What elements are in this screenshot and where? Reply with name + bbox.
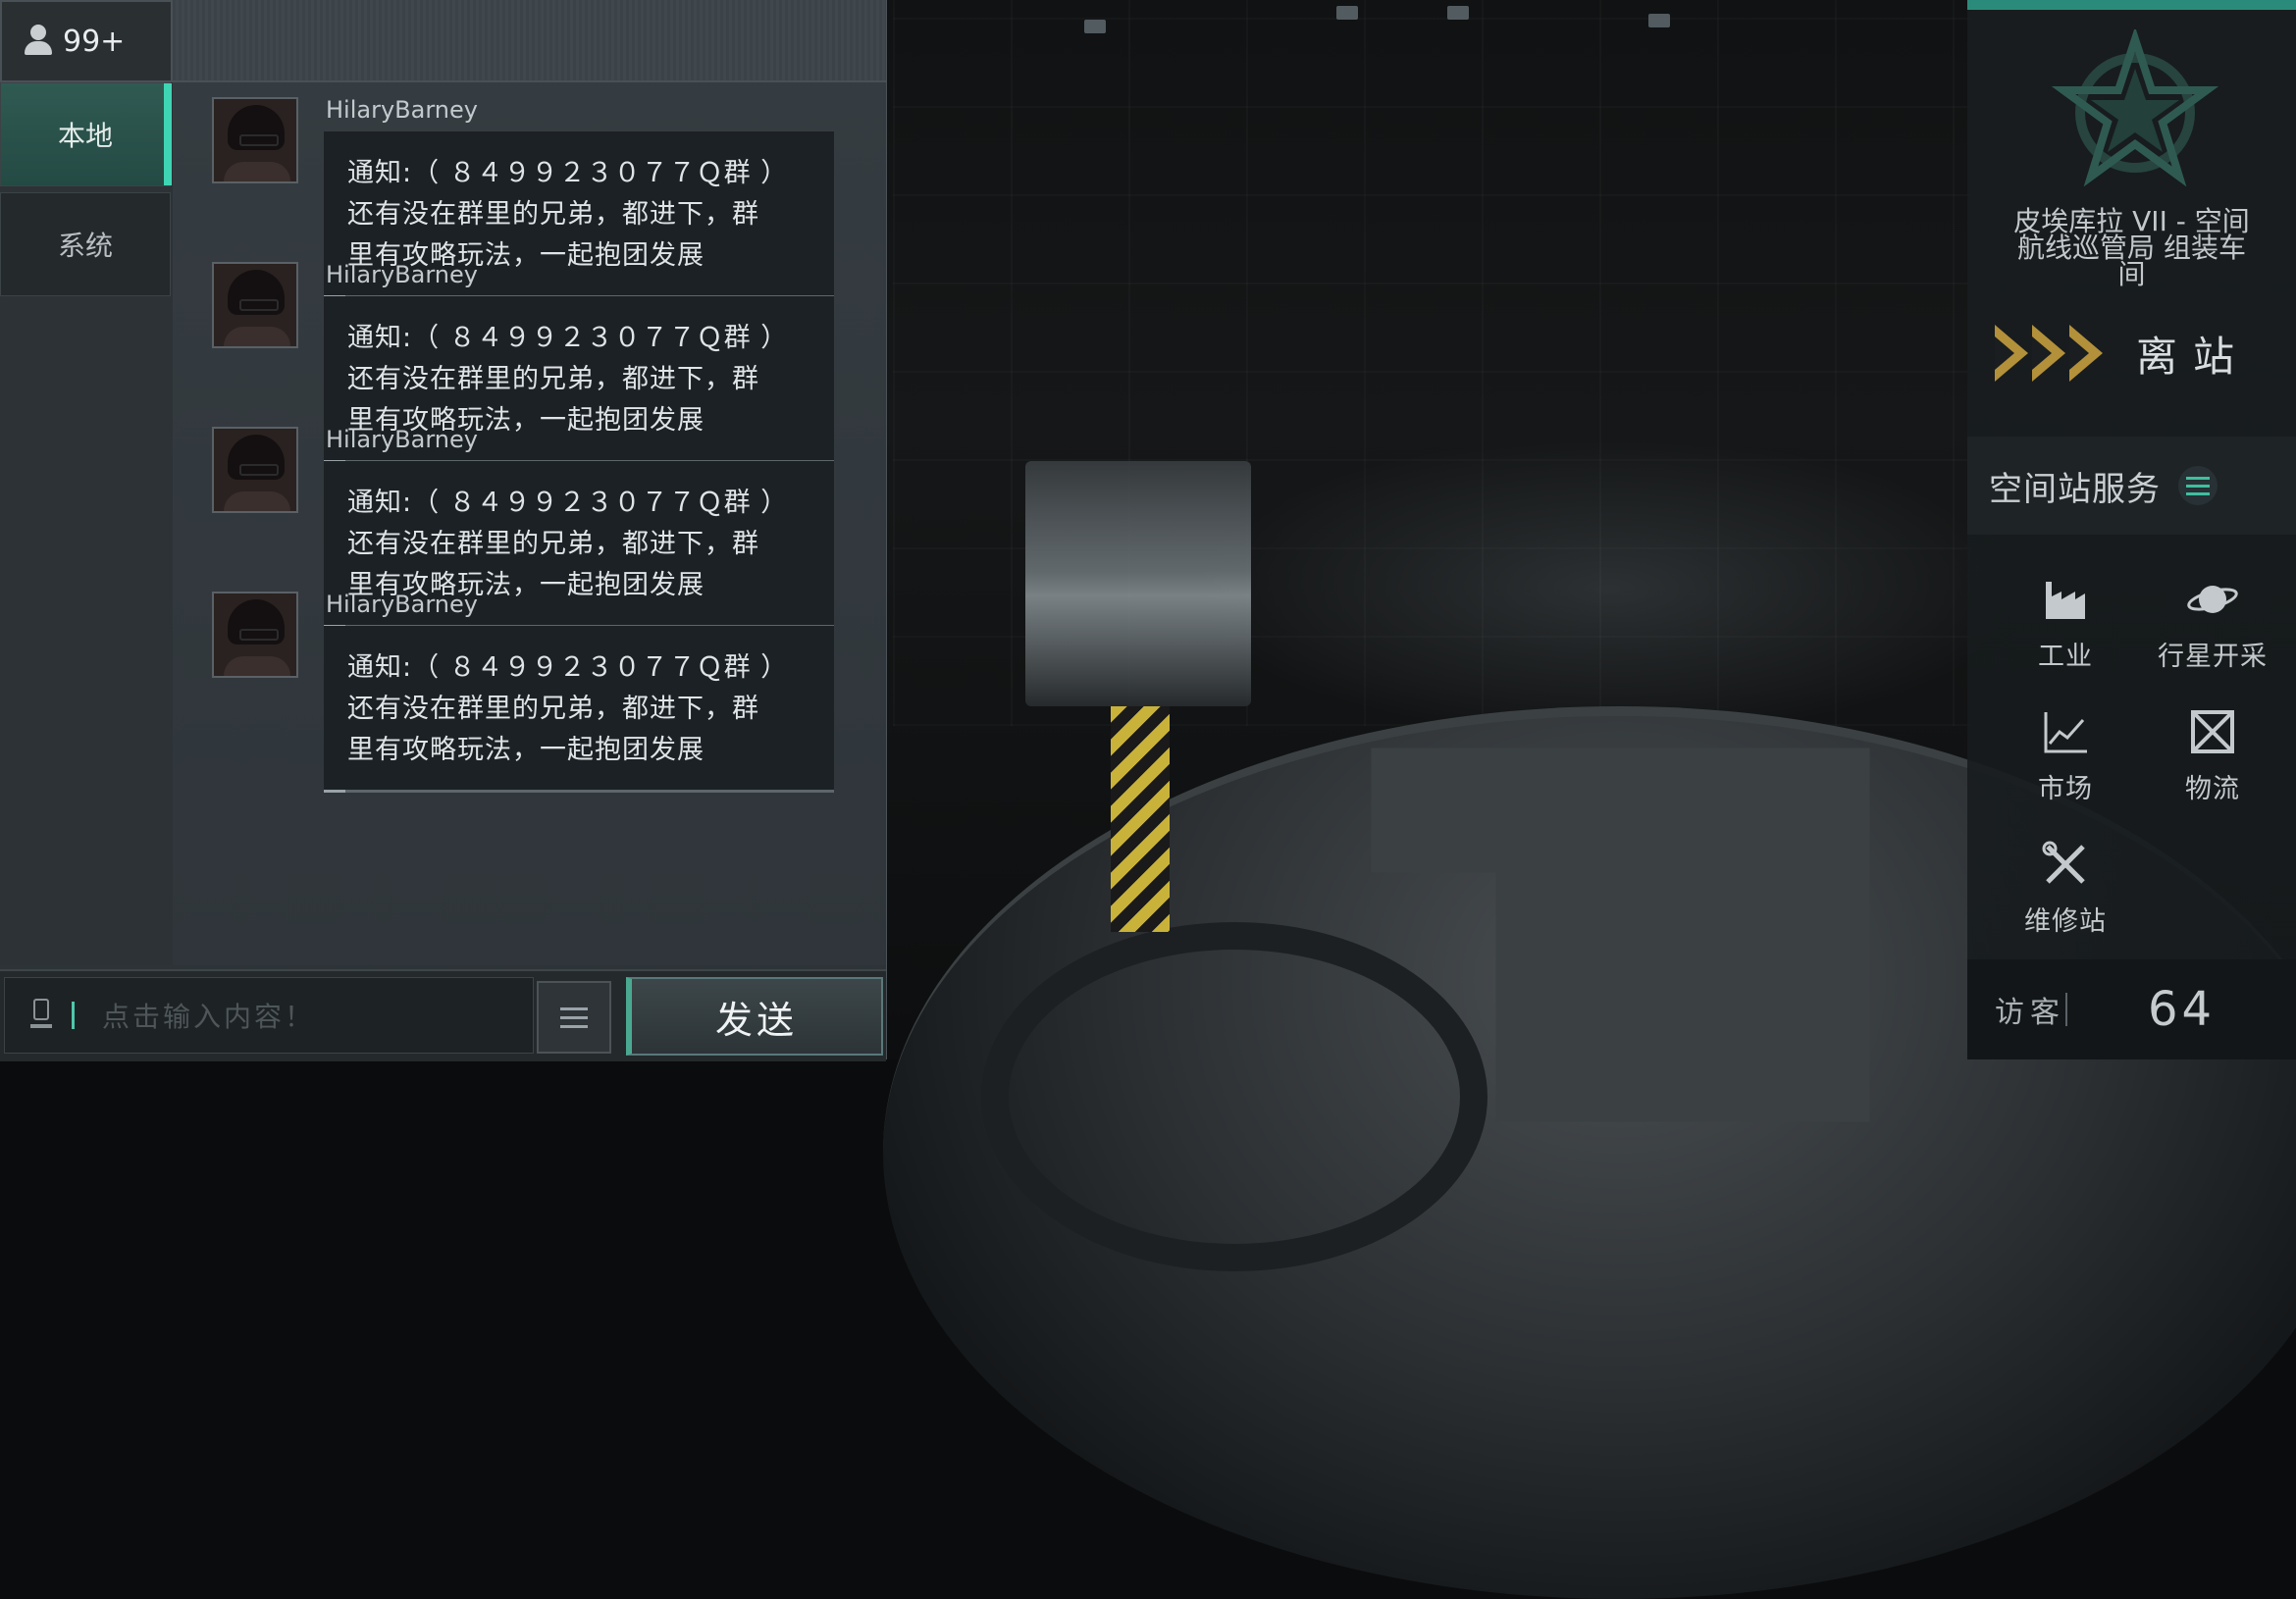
undock-button[interactable]: 离站 (1995, 314, 2279, 392)
undock-label: 离站 (2136, 332, 2251, 381)
message-line: 通知:（ ８４９９２３０７７Ｑ群 ） (347, 488, 789, 518)
service-label: 工业 (2038, 642, 2093, 672)
service-label: 市场 (2038, 774, 2093, 804)
avatar[interactable] (212, 592, 298, 678)
station-name: 皮埃库拉 VII - 空间 航线巡管局 组装车 间 (1967, 205, 2296, 290)
service-industry[interactable]: 工业 (1987, 574, 2144, 692)
avatar[interactable] (212, 262, 298, 348)
text-caret (72, 1002, 75, 1029)
service-label: 物流 (2185, 774, 2240, 804)
message-line: 里有攻略玩法，一起抱团发展 (347, 735, 704, 765)
message-list[interactable]: HilaryBarney 通知:（ ８４９９２３０７７Ｑ群 ） 还有没在群里的兄… (173, 82, 886, 965)
service-logistics[interactable]: 物流 (2134, 706, 2291, 824)
sender-name[interactable]: HilaryBarney (326, 96, 478, 124)
tab-local[interactable]: 本地 (0, 82, 172, 186)
chat-menu-button[interactable] (537, 981, 611, 1054)
hazard-pillar (1111, 706, 1170, 932)
service-repair[interactable]: 维修站 (1987, 839, 2144, 956)
channel-tabs: 本地 系统 (0, 82, 173, 302)
message-bubble: 通知:（ ８４９９２３０７７Ｑ群 ） 还有没在群里的兄弟，都进下，群 里有攻略玩… (324, 626, 834, 793)
send-button[interactable]: 发送 (626, 977, 883, 1056)
sender-name[interactable]: HilaryBarney (326, 591, 478, 618)
chat-message: HilaryBarney 通知:（ ８４９９２３０７７Ｑ群 ） 还有没在群里的兄… (212, 577, 860, 812)
services-label: 空间站服务 (1989, 469, 2161, 509)
sender-name[interactable]: HilaryBarney (326, 426, 478, 453)
user-icon (24, 25, 53, 58)
voice-input-icon[interactable] (30, 999, 52, 1032)
message-line: 还有没在群里的兄弟，都进下，群 (347, 199, 759, 230)
service-planetary[interactable]: 行星开采 (2134, 574, 2291, 692)
online-count: 99+ (63, 24, 126, 59)
avatar[interactable] (212, 427, 298, 513)
wrench-icon (2042, 841, 2085, 884)
bubble-corner (324, 790, 345, 793)
message-line: 还有没在群里的兄弟，都进下，群 (347, 529, 759, 559)
visitors-bar[interactable]: 访客 64 (1967, 959, 2296, 1059)
station-panel: 皮埃库拉 VII - 空间 航线巡管局 组装车 间 离站 空间站服务 工业 行星… (1967, 0, 2296, 1059)
online-users-button[interactable]: 99+ (0, 0, 173, 82)
message-line: 通知:（ ８４９９２３０７７Ｑ群 ） (347, 323, 789, 353)
tab-label: 本地 (57, 120, 113, 152)
message-line: 通知:（ ８４９９２３０７７Ｑ群 ） (347, 158, 789, 188)
service-label: 行星开采 (2158, 642, 2268, 672)
chat-input-bar: 点击输入内容！ 发送 (0, 969, 886, 1061)
docked-ship (1025, 461, 1251, 706)
input-placeholder: 点击输入内容！ (102, 1001, 316, 1033)
chat-header (173, 0, 886, 82)
ceiling-light (1336, 6, 1358, 20)
chart-icon (2044, 712, 2087, 753)
chat-input[interactable]: 点击输入内容！ (4, 977, 534, 1054)
faction-emblem-icon (2052, 29, 2218, 187)
station-name-line: 间 (2117, 258, 2146, 290)
visitors-count: 64 (2148, 982, 2217, 1037)
station-name-line: 皮埃库拉 VII - 空间 (2013, 205, 2250, 237)
sender-name[interactable]: HilaryBarney (326, 261, 478, 288)
ceiling-light (1648, 14, 1670, 27)
chevrons-icon (1995, 325, 2103, 382)
avatar[interactable] (212, 97, 298, 183)
tab-system[interactable]: 系统 (0, 192, 171, 296)
message-line: 通知:（ ８４９９２３０７７Ｑ群 ） (347, 652, 789, 683)
factory-icon (2046, 582, 2085, 619)
service-label: 维修站 (2024, 906, 2107, 937)
planet-icon (2187, 586, 2238, 613)
message-line: 还有没在群里的兄弟，都进下，群 (347, 364, 759, 394)
crate-icon (2191, 710, 2234, 753)
station-name-line: 航线巡管局 组装车 (2017, 232, 2246, 264)
chat-panel: 99+ 本地 系统 HilaryBarney 通知:（ ８４９９２３０７７Ｑ群 … (0, 0, 887, 1061)
ceiling-light (1084, 20, 1106, 33)
service-market[interactable]: 市场 (1987, 706, 2144, 824)
ceiling-light (1447, 6, 1469, 20)
message-line: 还有没在群里的兄弟，都进下，群 (347, 694, 759, 724)
active-tab-indicator (164, 83, 172, 185)
divider (2065, 993, 2067, 1026)
platform-ring (981, 922, 1487, 1271)
top-accent-bar (1967, 0, 2296, 10)
menu-icon[interactable] (2178, 466, 2218, 505)
station-services-header[interactable]: 空间站服务 (1967, 437, 2296, 535)
tab-label: 系统 (57, 230, 113, 262)
visitors-label: 访客 (1995, 996, 2065, 1030)
